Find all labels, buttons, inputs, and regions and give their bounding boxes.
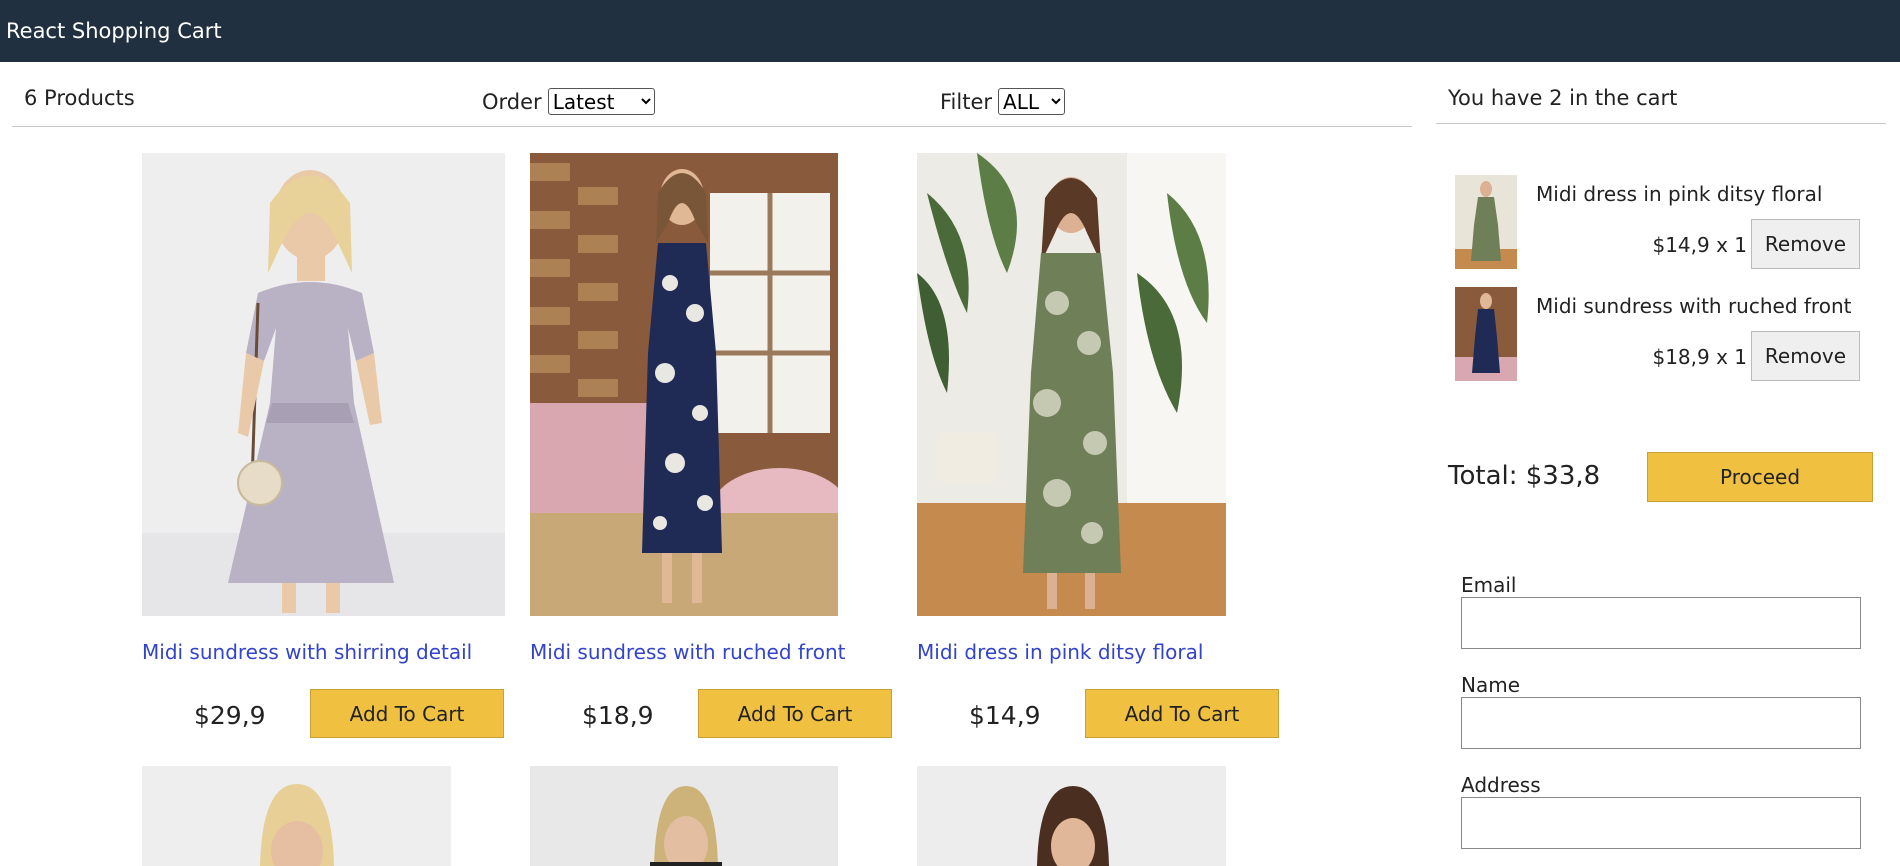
- add-to-cart-button[interactable]: Add To Cart: [698, 689, 892, 738]
- filter-select[interactable]: ALL: [998, 88, 1066, 115]
- app-title[interactable]: React Shopping Cart: [6, 19, 222, 43]
- app-header: React Shopping Cart: [0, 0, 1900, 62]
- product-image[interactable]: [142, 766, 451, 866]
- cart-item-thumbnail: [1455, 287, 1517, 381]
- order-label: Order: [482, 89, 542, 114]
- product-price: $18,9: [582, 701, 654, 730]
- dress-photo: [917, 153, 1226, 616]
- cart-total: Total: $33,8: [1448, 461, 1601, 491]
- product-image[interactable]: [530, 153, 838, 616]
- cart-item: Midi sundress with ruched front $18,9 x …: [1455, 287, 1875, 383]
- remove-button[interactable]: Remove: [1751, 331, 1860, 381]
- product-count: 6 Products: [24, 86, 135, 110]
- filter-control: Filter ALL: [940, 88, 1066, 115]
- cart-item-thumbnail: [1455, 175, 1517, 269]
- product-price: $29,9: [194, 701, 266, 730]
- name-label: Name: [1461, 673, 1521, 697]
- product-card: Midi dress in pink ditsy floral $14,9 Ad…: [917, 153, 1280, 743]
- cart-count-text: You have 2 in the cart: [1448, 86, 1678, 110]
- cart-item-price-qty: $18,9 x 1: [1652, 345, 1747, 369]
- product-image[interactable]: [530, 766, 838, 866]
- name-field[interactable]: [1461, 697, 1861, 749]
- main-area: 6 Products Order Latest Filter ALL Midi …: [0, 62, 1900, 866]
- remove-button[interactable]: Remove: [1751, 219, 1860, 269]
- product-card: [530, 766, 838, 866]
- product-price: $14,9: [969, 701, 1041, 730]
- add-to-cart-button[interactable]: Add To Cart: [310, 689, 504, 738]
- product-title[interactable]: Midi sundress with shirring detail: [142, 640, 472, 664]
- order-control: Order Latest: [482, 88, 655, 115]
- product-image[interactable]: [917, 766, 1226, 866]
- cart-item-price-qty: $14,9 x 1: [1652, 233, 1747, 257]
- address-label: Address: [1461, 773, 1541, 797]
- product-card: Midi sundress with shirring detail $29,9…: [142, 153, 505, 743]
- email-field[interactable]: [1461, 597, 1861, 649]
- product-title[interactable]: Midi dress in pink ditsy floral: [917, 640, 1203, 664]
- dress-photo: [530, 153, 838, 616]
- product-card: Midi sundress with ruched front $18,9 Ad…: [530, 153, 893, 743]
- address-field[interactable]: [1461, 797, 1861, 849]
- product-image[interactable]: [917, 153, 1226, 616]
- product-title[interactable]: Midi sundress with ruched front: [530, 640, 845, 664]
- cart-item: Midi dress in pink ditsy floral $14,9 x …: [1455, 175, 1875, 271]
- add-to-cart-button[interactable]: Add To Cart: [1085, 689, 1279, 738]
- cart-item-title: Midi sundress with ruched front: [1536, 294, 1852, 318]
- product-card: [142, 766, 451, 866]
- product-card: [917, 766, 1226, 866]
- product-image[interactable]: [142, 153, 505, 616]
- cart-header: You have 2 in the cart: [1436, 62, 1886, 124]
- dress-thumbnail: [1455, 175, 1517, 269]
- email-label: Email: [1461, 573, 1517, 597]
- filter-label: Filter: [940, 89, 993, 114]
- filter-bar: 6 Products Order Latest Filter ALL: [12, 62, 1412, 127]
- dress-photo: [142, 153, 505, 616]
- dress-thumbnail: [1455, 287, 1517, 381]
- order-select[interactable]: Latest: [547, 88, 655, 115]
- proceed-button[interactable]: Proceed: [1647, 452, 1873, 502]
- cart-item-title: Midi dress in pink ditsy floral: [1536, 182, 1823, 206]
